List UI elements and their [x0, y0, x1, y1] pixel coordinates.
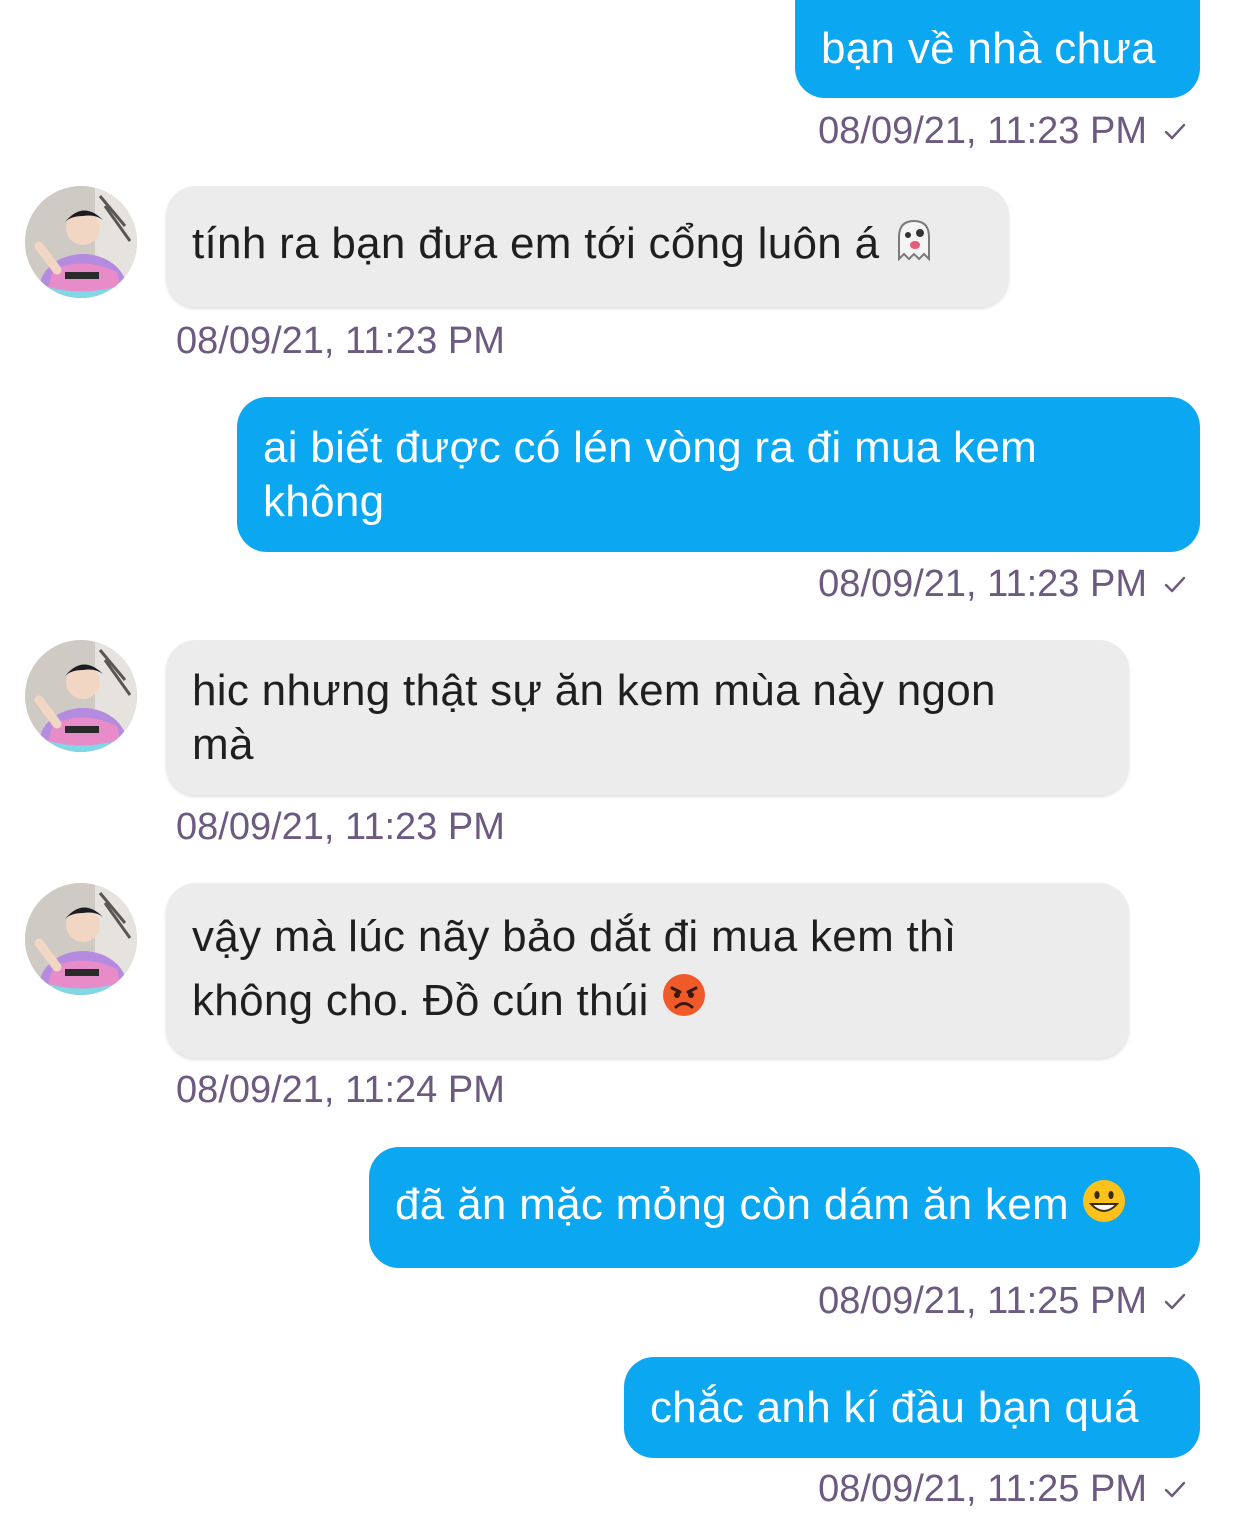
avatar-image	[25, 186, 137, 298]
timestamp-text: 08/09/21, 11:25 PM	[818, 1467, 1147, 1510]
message-timestamp: 08/09/21, 11:23 PM	[818, 561, 1187, 607]
message-timestamp: 08/09/21, 11:25 PM	[818, 1466, 1187, 1512]
message-text: chắc anh kí đầu bạn quá	[650, 1382, 1139, 1432]
contact-avatar[interactable]	[25, 883, 137, 995]
timestamp-text: 08/09/21, 11:23 PM	[176, 805, 505, 848]
message-text: ai biết được có lén vòng ra đi mua kem k…	[263, 422, 1038, 526]
message-bubble-incoming[interactable]: vậy mà lúc nãy bảo dắt đi mua kem thì kh…	[166, 883, 1129, 1058]
message-bubble-incoming[interactable]: tính ra bạn đưa em tới cổng luôn á	[166, 186, 1009, 307]
message-bubble-outgoing[interactable]: ai biết được có lén vòng ra đi mua kem k…	[237, 397, 1200, 552]
message-bubble-outgoing[interactable]: đã ăn mặc mỏng còn dám ăn kem	[369, 1147, 1200, 1268]
sent-check-icon	[1164, 1481, 1186, 1498]
timestamp-text: 08/09/21, 11:24 PM	[176, 1068, 505, 1111]
message-timestamp: 08/09/21, 11:23 PM	[818, 108, 1187, 154]
message-text: hic nhưng thật sự ăn kem mùa này ngon mà	[192, 665, 996, 769]
message-timestamp: 08/09/21, 11:23 PM	[176, 318, 505, 364]
grinning-face-emoji	[1081, 1178, 1127, 1237]
message-text: vậy mà lúc nãy bảo dắt đi mua kem thì kh…	[192, 905, 1062, 1035]
message-timestamp: 08/09/21, 11:23 PM	[176, 804, 505, 850]
avatar-image	[25, 883, 137, 995]
sent-check-icon	[1164, 576, 1186, 593]
message-text: tính ra bạn đưa em tới cổng luôn á	[192, 217, 937, 276]
message-timestamp: 08/09/21, 11:24 PM	[176, 1067, 505, 1113]
sent-check-icon	[1164, 123, 1186, 140]
contact-avatar[interactable]	[25, 186, 137, 298]
timestamp-text: 08/09/21, 11:23 PM	[818, 109, 1147, 152]
message-bubble-incoming[interactable]: hic nhưng thật sự ăn kem mùa này ngon mà	[166, 640, 1129, 795]
timestamp-text: 08/09/21, 11:23 PM	[176, 319, 505, 362]
timestamp-text: 08/09/21, 11:23 PM	[818, 562, 1147, 605]
message-timestamp: 08/09/21, 11:25 PM	[818, 1278, 1187, 1324]
ghost-emoji	[891, 217, 937, 276]
contact-avatar[interactable]	[25, 640, 137, 752]
message-bubble-outgoing[interactable]: chắc anh kí đầu bạn quá	[624, 1357, 1200, 1458]
message-text: đã ăn mặc mỏng còn dám ăn kem	[395, 1178, 1127, 1237]
avatar-image	[25, 640, 137, 752]
message-text: bạn về nhà chưa	[821, 24, 1156, 73]
timestamp-text: 08/09/21, 11:25 PM	[818, 1279, 1147, 1322]
angry-face-emoji	[661, 972, 707, 1036]
sent-check-icon	[1164, 1293, 1186, 1310]
message-bubble-outgoing[interactable]: bạn về nhà chưa	[795, 0, 1200, 98]
